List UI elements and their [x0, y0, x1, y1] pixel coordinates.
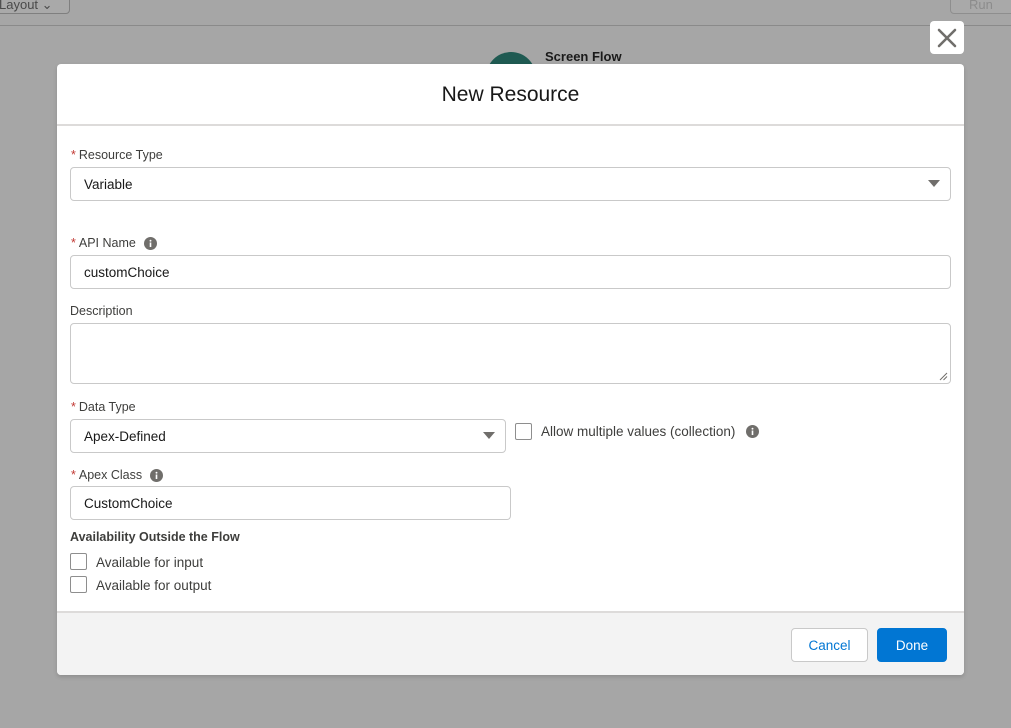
allow-multiple-checkbox[interactable]	[515, 423, 532, 440]
availability-section-title: Availability Outside the Flow	[70, 530, 240, 544]
resource-type-value: Variable	[84, 176, 133, 192]
description-label: Description	[70, 304, 133, 318]
chevron-down-icon	[483, 432, 495, 439]
background-toolbar	[0, 0, 1011, 26]
layout-button: Layout ⌄	[0, 0, 70, 14]
resource-type-label: * Resource Type	[71, 148, 163, 162]
available-for-input-label[interactable]: Available for input	[96, 555, 203, 570]
api-name-input[interactable]: customChoice	[70, 255, 951, 289]
api-name-value: customChoice	[84, 264, 170, 280]
available-for-output-checkbox[interactable]	[70, 576, 87, 593]
modal-header: New Resource	[57, 64, 964, 126]
description-textarea[interactable]	[70, 323, 951, 384]
info-icon[interactable]	[150, 468, 164, 482]
info-icon[interactable]	[143, 236, 157, 250]
api-name-label: * API Name	[71, 236, 157, 250]
new-resource-modal: New Resource * Resource Type Variable * AP…	[57, 64, 964, 675]
apex-class-label: * Apex Class	[71, 468, 164, 482]
flow-type-title: Screen Flow	[545, 49, 622, 64]
allow-multiple-label[interactable]: Allow multiple values (collection)	[541, 424, 735, 439]
available-for-output-label[interactable]: Available for output	[96, 578, 211, 593]
apex-class-input[interactable]: CustomChoice	[70, 486, 511, 520]
required-marker: *	[71, 148, 76, 162]
cancel-button[interactable]: Cancel	[791, 628, 868, 662]
data-type-value: Apex-Defined	[84, 428, 166, 444]
data-type-select[interactable]: Apex-Defined	[70, 419, 506, 453]
required-marker: *	[71, 236, 76, 250]
chevron-down-icon	[928, 180, 940, 187]
data-type-label: * Data Type	[71, 400, 136, 414]
resource-type-select[interactable]: Variable	[70, 167, 951, 201]
modal-title: New Resource	[441, 83, 580, 106]
apex-class-value: CustomChoice	[84, 495, 173, 511]
done-button[interactable]: Done	[877, 628, 947, 662]
available-for-input-checkbox[interactable]	[70, 553, 87, 570]
info-icon[interactable]	[746, 425, 759, 438]
modal-footer: Cancel Done	[57, 611, 964, 675]
run-button: Run	[950, 0, 1011, 14]
required-marker: *	[71, 400, 76, 414]
required-marker: *	[71, 468, 76, 482]
close-button[interactable]	[930, 21, 964, 54]
close-icon	[937, 28, 957, 47]
resize-handle-icon[interactable]	[939, 372, 948, 381]
